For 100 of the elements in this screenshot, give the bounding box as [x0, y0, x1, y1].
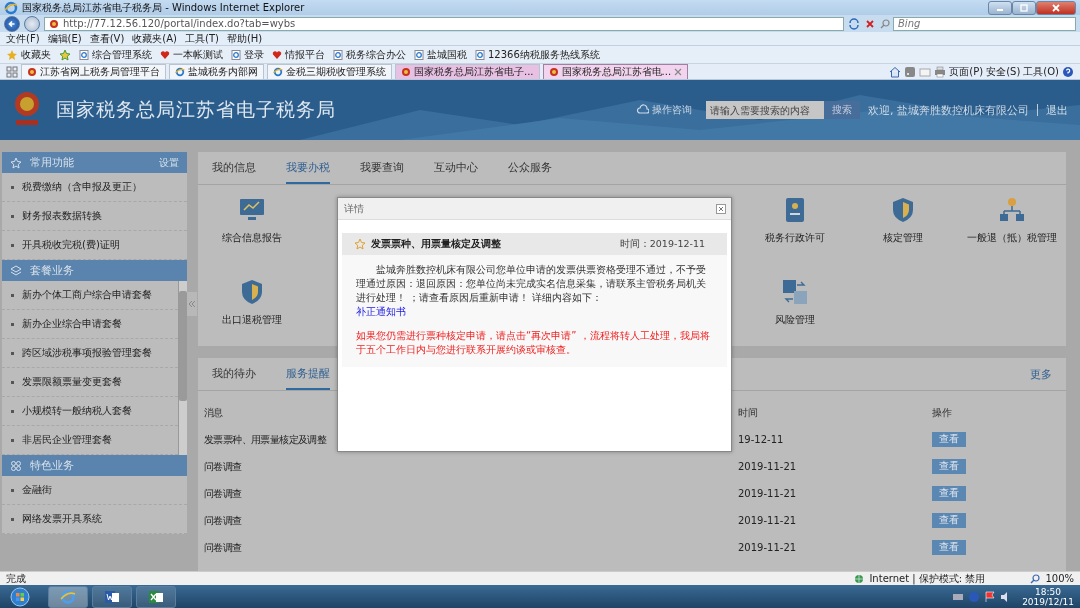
- table-cell-text: 问卷调查: [204, 540, 243, 555]
- sidebar-item[interactable]: 金融街: [2, 476, 187, 506]
- star-icon: [354, 238, 366, 251]
- page-icon: [414, 49, 424, 60]
- favorite-link[interactable]: 登录: [231, 47, 264, 62]
- search-button[interactable]: 搜索: [824, 101, 860, 120]
- table-cell-text: 2019-11-21: [738, 488, 798, 500]
- document-app-button[interactable]: [92, 585, 132, 608]
- table-cell-text: 问卷调查: [204, 513, 243, 528]
- browser-tab[interactable]: 国家税务总局江苏省电子...: [395, 64, 540, 80]
- service-item[interactable]: 出口退税管理: [198, 277, 307, 350]
- flag-tray-icon[interactable]: [984, 590, 997, 603]
- sidebar-item[interactable]: 税费缴纳（含申报及更正）: [2, 173, 187, 203]
- nav-tab[interactable]: 我要查询: [360, 152, 404, 185]
- notice-time: 时间：2019-12-11: [619, 237, 705, 251]
- service-item[interactable]: 核定管理: [849, 195, 958, 268]
- table-cell-text: 19-12-11: [738, 434, 785, 446]
- restore-button[interactable]: [1012, 0, 1036, 15]
- menu-item[interactable]: 工具(T): [185, 31, 219, 46]
- menu-item[interactable]: 查看(V): [89, 31, 125, 46]
- search-field[interactable]: 请输入需要搜索的内容: [706, 101, 824, 120]
- emblem-icon: [27, 67, 37, 78]
- windows-logo: [10, 586, 30, 607]
- minimize-button[interactable]: [988, 0, 1012, 15]
- list-tab[interactable]: 我的待办: [212, 358, 256, 391]
- menu-item[interactable]: 收藏夹(A): [132, 31, 177, 46]
- back-icon: [7, 18, 17, 29]
- help-icon[interactable]: [1062, 65, 1074, 78]
- search-field[interactable]: Bing: [893, 16, 1076, 31]
- site-title: 国家税务总局江苏省电子税务局: [56, 97, 336, 123]
- emblem-icon: [49, 18, 59, 29]
- heart-icon: [160, 49, 170, 60]
- quick-tabs-icon[interactable]: [6, 65, 18, 78]
- welcome-text: 欢迎, 盐城奔胜数控机床有限公司: [868, 102, 1029, 118]
- address-field[interactable]: http://77.12.56.120/portal/index.do?tab=wybs: [44, 16, 844, 31]
- scrollbar[interactable]: [178, 281, 187, 456]
- stop-icon[interactable]: [864, 17, 876, 30]
- add-favorite-icon[interactable]: [59, 48, 71, 61]
- browser-tab[interactable]: 金税三期税收管理系统: [267, 64, 392, 80]
- browser-tab[interactable]: 江苏省网上税务局管理平台: [21, 64, 166, 80]
- service-item[interactable]: 税务行政许可: [740, 195, 849, 268]
- browser-tab[interactable]: 盐城税务内部网: [169, 64, 264, 80]
- menu-item[interactable]: 帮助(H): [226, 31, 263, 46]
- print-icon[interactable]: [934, 65, 947, 78]
- restore-icon: [1019, 2, 1029, 13]
- table-cell-text: 2019-11-21: [738, 542, 798, 554]
- favorite-link[interactable]: 盐城国税: [414, 47, 467, 62]
- favorite-link[interactable]: 情报平台: [272, 47, 325, 62]
- grid-icon: [10, 459, 22, 472]
- command-menu[interactable]: 工具(O): [1023, 64, 1059, 79]
- table-cell-text: 问卷调查: [204, 459, 243, 474]
- browser-tab[interactable]: 国家税务总局江苏省电...: [542, 64, 689, 80]
- close-icon: [1051, 2, 1061, 13]
- favorites-button[interactable]: 收藏夹: [6, 47, 51, 62]
- refresh-icon[interactable]: [848, 17, 860, 30]
- back-button[interactable]: [4, 15, 20, 32]
- window-title: 国家税务总局江苏省电子税务局 - Windows Internet Explorer: [22, 0, 305, 15]
- menu-item[interactable]: 编辑(E): [47, 31, 82, 46]
- notice-link[interactable]: 补正通知书: [356, 306, 406, 318]
- security-zone[interactable]: Internet | 保护模式: 禁用: [869, 571, 986, 586]
- feed-icon[interactable]: [904, 65, 917, 78]
- nav-tab[interactable]: 公众服务: [508, 152, 552, 185]
- favorite-link[interactable]: 综合管理系统: [79, 47, 152, 62]
- search-icon: [880, 18, 890, 29]
- cloud-icon: [637, 104, 649, 117]
- table-cell-text: 问卷调查: [204, 486, 243, 501]
- sidebar-item[interactable]: 网络发票开具系统: [2, 505, 187, 535]
- home-icon[interactable]: [889, 65, 902, 78]
- nav-tab[interactable]: 互动中心: [434, 152, 478, 185]
- close-icon[interactable]: [716, 203, 726, 214]
- warning-text: 如果您仍需进行票种核定申请，请点击“再次申请” ，流程将转人工处理，我局将于五个工作日内与您进行联系开展约谈或审核查。: [356, 329, 711, 358]
- list-tab[interactable]: 服务提醒: [286, 358, 330, 391]
- spreadsheet-app-button[interactable]: [136, 585, 176, 608]
- nav-tab[interactable]: 我要办税: [286, 152, 330, 185]
- service-item[interactable]: 一般退（抵）税管理: [957, 195, 1066, 268]
- emblem-icon: [548, 67, 559, 78]
- zoom-icon: [1030, 573, 1041, 584]
- sidebar-item[interactable]: 财务报表数据转换: [2, 202, 187, 232]
- table-cell-text: 发票票种、用票量核定及调整: [204, 432, 328, 447]
- favorite-link[interactable]: 税务综合办公: [333, 47, 406, 62]
- close-button[interactable]: [1036, 0, 1076, 15]
- close-tab-icon[interactable]: [674, 68, 683, 77]
- more-link[interactable]: 更多: [1030, 366, 1052, 382]
- forward-button[interactable]: [24, 15, 40, 32]
- favorite-link[interactable]: 12366纳税服务热线系统: [475, 47, 600, 62]
- page-icon: [79, 49, 89, 60]
- browser-icon: [175, 67, 185, 78]
- nav-tab[interactable]: 我的信息: [212, 152, 256, 185]
- clock[interactable]: 18:50 2019/12/11: [1022, 586, 1074, 607]
- command-menu[interactable]: 页面(P): [949, 64, 984, 79]
- service-item[interactable]: 风险管理: [740, 277, 849, 350]
- zoom-level[interactable]: 100%: [1045, 573, 1074, 585]
- column-header: 操作: [932, 405, 953, 420]
- menu-item[interactable]: 文件(F): [6, 31, 40, 46]
- favorite-link[interactable]: 一本帐测试: [160, 47, 223, 62]
- logout-link[interactable]: 退出: [1046, 102, 1068, 118]
- service-item[interactable]: 综合信息报告: [198, 195, 307, 268]
- help-link[interactable]: 操作咨询: [637, 103, 692, 118]
- globe-icon: [854, 573, 865, 584]
- command-menu[interactable]: 安全(S): [986, 64, 1021, 79]
